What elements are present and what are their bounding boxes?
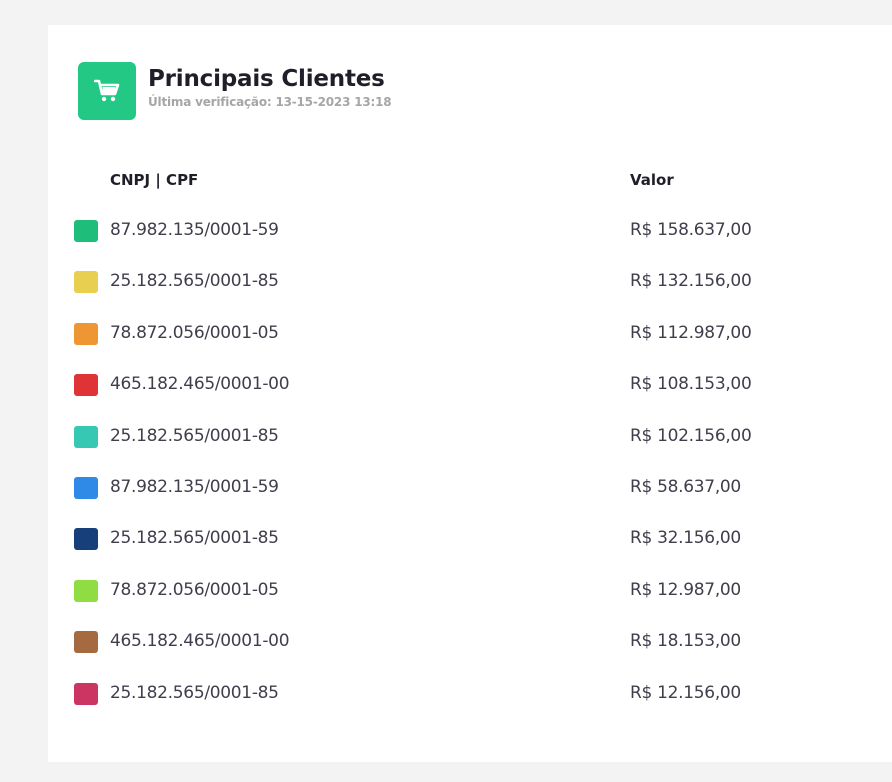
last-check-timestamp: Última verificação: 13-15-2023 13:18: [148, 95, 392, 109]
table-row: 25.182.565/0001-85 R$ 102.156,00: [48, 411, 892, 462]
client-document: 465.182.465/0001-00: [110, 631, 290, 652]
color-swatch: [74, 322, 98, 345]
header-text: Principais Clientes Última verificação: …: [148, 62, 392, 110]
column-header-valor: Valor: [630, 171, 674, 189]
client-document: 87.982.135/0001-59: [110, 220, 279, 240]
client-value: R$ 18.153,00: [630, 631, 741, 652]
client-document: 25.182.565/0001-85: [110, 528, 279, 549]
color-swatch: [74, 425, 98, 448]
card-title: Principais Clientes: [148, 66, 385, 92]
client-document: 87.982.135/0001-59: [110, 476, 279, 497]
table-row: 78.872.056/0001-05 R$ 12.987,00: [48, 565, 892, 616]
client-value: R$ 132.156,00: [630, 271, 752, 292]
color-swatch: [74, 631, 98, 654]
table-row: 25.182.565/0001-85 R$ 12.156,00: [48, 668, 892, 719]
client-value: R$ 112.987,00: [630, 322, 752, 343]
client-value: R$ 58.637,00: [630, 476, 741, 497]
client-value: R$ 102.156,00: [630, 425, 752, 446]
client-value: R$ 108.153,00: [630, 374, 752, 395]
table-row: 465.182.465/0001-00 R$ 108.153,00: [48, 359, 892, 410]
color-swatch: [74, 271, 98, 294]
color-swatch: [74, 682, 98, 705]
color-swatch: [74, 528, 98, 551]
table-row: 78.872.056/0001-05 R$ 112.987,00: [48, 308, 892, 359]
clients-table-body: 87.982.135/0001-59 R$ 158.637,00 25.182.…: [48, 205, 892, 719]
client-document: 78.872.056/0001-05: [110, 579, 279, 600]
table-row: 87.982.135/0001-59 R$ 58.637,00: [48, 462, 892, 513]
client-value: R$ 12.987,00: [630, 579, 741, 600]
color-swatch: [74, 220, 98, 242]
table-row: 25.182.565/0001-85 R$ 132.156,00: [48, 256, 892, 307]
color-swatch: [74, 476, 98, 499]
table-row: 25.182.565/0001-85 R$ 32.156,00: [48, 513, 892, 564]
shopping-cart-icon: [78, 62, 136, 120]
client-value: R$ 32.156,00: [630, 528, 741, 549]
client-document: 25.182.565/0001-85: [110, 682, 279, 703]
color-swatch: [74, 579, 98, 602]
client-document: 25.182.565/0001-85: [110, 425, 279, 446]
table-row: 87.982.135/0001-59 R$ 158.637,00: [48, 205, 892, 256]
client-document: 465.182.465/0001-00: [110, 374, 290, 395]
card-header: Principais Clientes Última verificação: …: [78, 62, 392, 120]
client-value: R$ 158.637,00: [630, 220, 752, 240]
table-row: 465.182.465/0001-00 R$ 18.153,00: [48, 616, 892, 667]
color-swatch: [74, 374, 98, 397]
client-value: R$ 12.156,00: [630, 682, 741, 703]
column-header-cnpj-cpf: CNPJ | CPF: [110, 171, 199, 189]
top-clients-card: Principais Clientes Última verificação: …: [48, 25, 892, 762]
client-document: 78.872.056/0001-05: [110, 322, 279, 343]
client-document: 25.182.565/0001-85: [110, 271, 279, 292]
